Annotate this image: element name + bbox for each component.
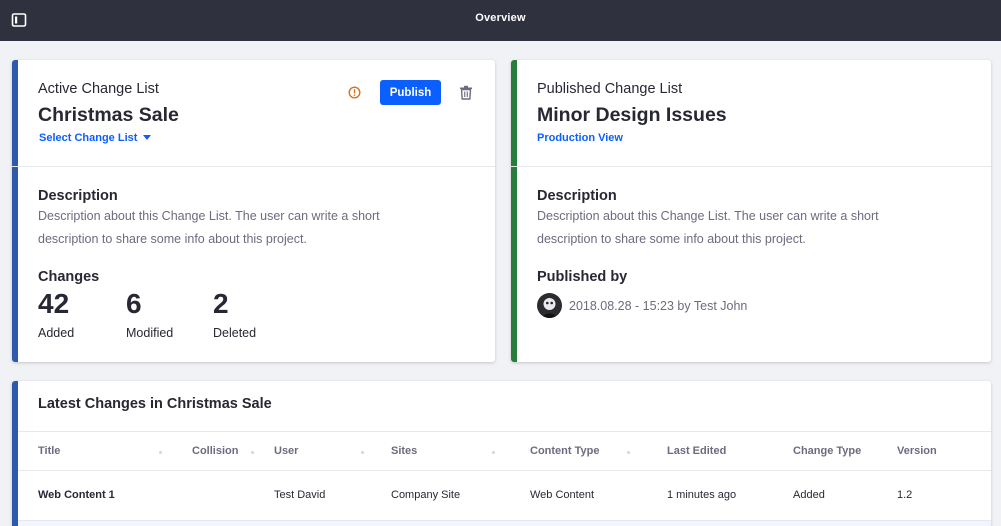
cell-content-type: Web Content	[530, 489, 595, 501]
modified-count: 6	[126, 288, 142, 319]
cell-title[interactable]: Web Content 1	[38, 489, 115, 501]
deleted-count: 2	[213, 288, 229, 319]
added-count: 42	[38, 288, 70, 319]
table-row[interactable]: Web Content 1 Test David Company Site We…	[18, 471, 991, 521]
change-list-title: Christmas Sale	[38, 104, 179, 126]
avatar	[537, 293, 562, 318]
cell-last-edited: 1 minutes ago	[667, 489, 737, 501]
cell-version: 1.2	[897, 489, 913, 501]
card-eyebrow: Published Change List	[537, 81, 683, 97]
published-change-list-card: Published Change List Minor Design Issue…	[511, 60, 991, 362]
active-change-list-card: Active Change List Christmas Sale Select…	[12, 60, 495, 362]
description-text: Description about this Change List. The …	[537, 209, 879, 246]
table-header: Title Collision User Sites Content Type …	[18, 431, 991, 471]
published-meta: 2018.08.28 - 15:23 by Test John	[569, 299, 748, 313]
deleted-label: Deleted	[213, 326, 257, 340]
column-version[interactable]: Version	[897, 445, 937, 457]
sort-icon	[159, 451, 162, 454]
caret-down-icon	[143, 134, 152, 140]
latest-changes-card: Latest Changes in Christmas Sale Title C…	[12, 381, 991, 526]
description-text: Description about this Change List. The …	[38, 209, 380, 246]
sort-icon	[361, 451, 364, 454]
cell-user: Test David	[274, 489, 326, 501]
top-bar: Overview	[0, 0, 1001, 41]
latest-changes-title: Latest Changes in Christmas Sale	[38, 396, 272, 412]
column-content-type[interactable]: Content Type	[530, 445, 599, 457]
warning-icon[interactable]	[348, 86, 361, 99]
sort-icon	[251, 451, 254, 454]
trash-icon[interactable]	[459, 85, 473, 100]
description-heading: Description	[38, 188, 118, 204]
added-label: Added	[38, 326, 75, 340]
column-title[interactable]: Title	[38, 445, 60, 457]
published-list-title: Minor Design Issues	[537, 104, 727, 126]
column-sites[interactable]: Sites	[391, 445, 417, 457]
cell-sites: Company Site	[391, 489, 461, 501]
cell-change-type: Added	[793, 489, 825, 501]
table-row[interactable]	[18, 521, 991, 526]
column-collision[interactable]: Collision	[192, 445, 238, 457]
sort-icon	[627, 451, 630, 454]
card-header: Published Change List Minor Design Issue…	[511, 60, 991, 167]
card-eyebrow: Active Change List	[38, 81, 159, 97]
sort-icon	[492, 451, 495, 454]
page-title: Overview	[475, 12, 526, 24]
column-change-type[interactable]: Change Type	[793, 445, 861, 457]
modified-label: Modified	[126, 326, 174, 340]
publish-button[interactable]: Publish	[380, 80, 441, 105]
changes-heading: Changes	[38, 269, 100, 285]
card-header: Active Change List Christmas Sale Select…	[12, 60, 495, 167]
production-view-link[interactable]: Production View	[537, 132, 623, 144]
column-user[interactable]: User	[274, 445, 298, 457]
select-change-list-dropdown[interactable]: Select Change List	[39, 132, 152, 144]
description-heading: Description	[537, 188, 617, 204]
column-last-edited[interactable]: Last Edited	[667, 445, 726, 457]
select-change-list-label: Select Change List	[39, 132, 138, 144]
published-by-heading: Published by	[537, 269, 628, 285]
